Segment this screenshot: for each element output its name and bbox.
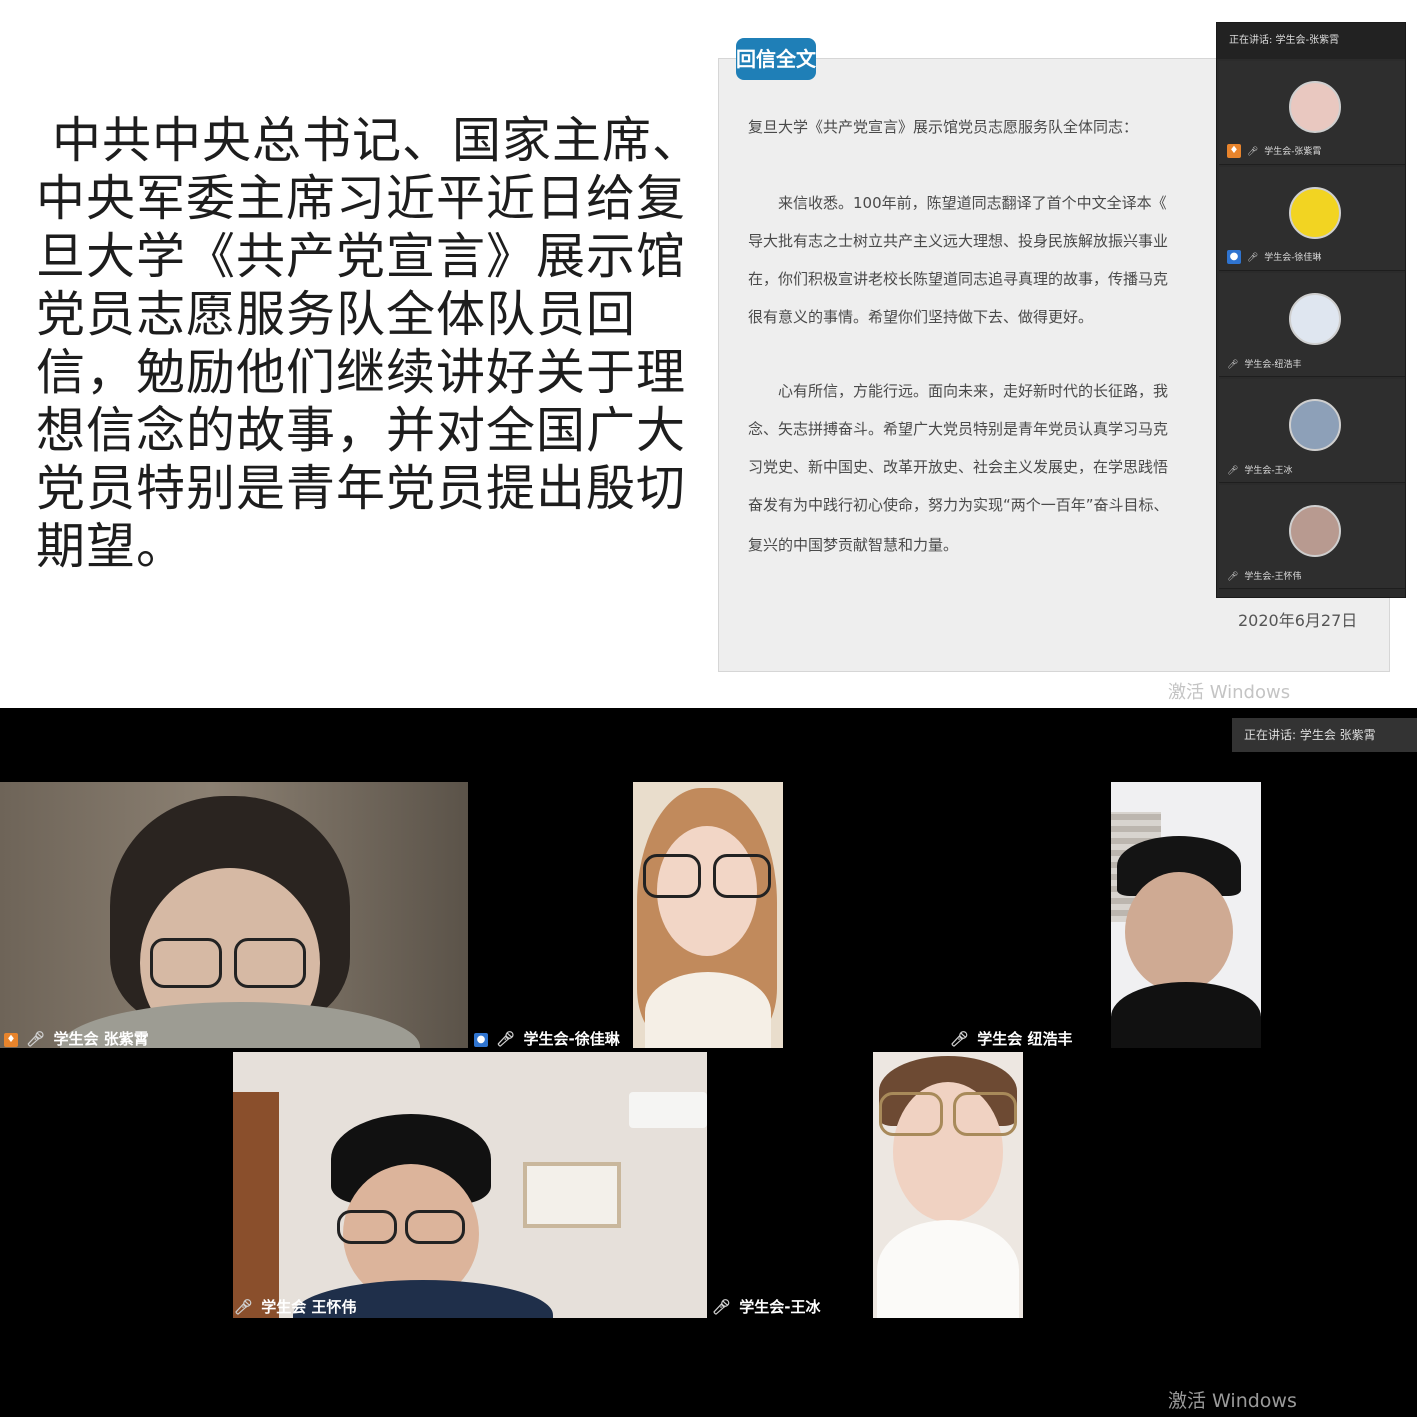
- mic-icon: 🎤︎: [1227, 572, 1239, 582]
- mic-icon: 🎤︎: [234, 1298, 254, 1316]
- glasses-shape: [405, 1210, 465, 1244]
- participant-name: 学生会 纽浩丰: [977, 1030, 1073, 1048]
- video-tile[interactable]: [1111, 782, 1261, 1048]
- letter-line: 很有意义的事情。希望你们坚持做下去、做得更好。: [748, 308, 1094, 326]
- letter-date: 2020年6月27日: [1238, 611, 1358, 630]
- letter-line: 复兴的中国梦贡献智慧和力量。: [748, 536, 959, 554]
- mic-icon: 🎤︎: [1246, 146, 1259, 157]
- glasses-shape: [150, 938, 222, 988]
- face-shape: [1125, 872, 1233, 992]
- mic-icon: 🎤︎: [1227, 466, 1239, 476]
- mic-icon: 🎤︎: [26, 1030, 46, 1048]
- glasses-shape: [643, 854, 701, 898]
- user-icon: ●: [474, 1032, 488, 1047]
- letter-line: 心有所信，方能行远。面向未来，走好新时代的长征路，我: [748, 382, 1169, 400]
- glasses-shape: [234, 938, 306, 988]
- user-icon: ●: [1227, 250, 1241, 264]
- glasses-shape: [337, 1210, 397, 1244]
- tile-label: 🎤︎ 学生会 王怀伟: [234, 1296, 357, 1317]
- air-conditioner-shape: [629, 1092, 707, 1128]
- glasses-shape: [879, 1092, 943, 1136]
- mic-icon: 🎤︎: [712, 1298, 732, 1316]
- activate-windows-watermark: 激活 Windows: [1168, 682, 1291, 703]
- speaking-indicator: 正在讲话: 学生会 张紫霄: [1232, 718, 1417, 752]
- host-icon: ♦: [1227, 144, 1241, 158]
- letter-line: 奋发有为中践行初心使命，努力为实现“两个一百年”奋斗目标、: [748, 496, 1169, 514]
- participant-tile[interactable]: ● 🎤︎ 学生会-徐佳琳: [1219, 167, 1405, 271]
- body-shape: [877, 1220, 1019, 1318]
- letter-line: 来信收悉。100年前，陈望道同志翻译了首个中文全译本《: [748, 194, 1167, 212]
- participant-name: 学生会-王怀伟: [1244, 572, 1302, 582]
- participant-label: ♦ 🎤︎ 学生会-张紫霄: [1227, 144, 1322, 158]
- participant-label: 🎤︎ 学生会-纽浩丰: [1227, 357, 1302, 370]
- glasses-shape: [953, 1092, 1017, 1136]
- participant-name: 学生会-徐佳琳: [523, 1030, 620, 1048]
- avatar: [1289, 293, 1341, 345]
- letter-line: [748, 150, 1218, 180]
- letter-line: 复旦大学《共产党宣言》展示馆党员志愿服务队全体同志：: [748, 118, 1139, 136]
- participant-name: 学生会-王冰: [739, 1298, 821, 1316]
- letter-line: 习党史、新中国史、改革开放史、社会主义发展史，在学思践悟: [748, 458, 1169, 476]
- tile-label: 🎤︎ 学生会 纽浩丰: [950, 1028, 1073, 1049]
- video-call-gallery: 正在讲话: 学生会 张紫霄 ♦ 🎤︎ 学生会 张紫霄 ● 🎤︎ 学生会-徐佳琳 …: [0, 708, 1417, 1417]
- video-tile[interactable]: [0, 782, 468, 1048]
- mic-icon: 🎤︎: [950, 1030, 970, 1048]
- mic-icon: 🎤︎: [496, 1030, 516, 1048]
- speaking-indicator: 正在讲话: 学生会-张紫霄: [1217, 23, 1405, 59]
- avatar: [1289, 399, 1341, 451]
- participant-label: 🎤︎ 学生会-王冰: [1227, 463, 1293, 476]
- avatar: [1289, 505, 1341, 557]
- body-shape: [1111, 982, 1261, 1048]
- tile-label: ● 🎤︎ 学生会-徐佳琳: [474, 1028, 620, 1049]
- participant-name: 学生会-纽浩丰: [1244, 360, 1302, 370]
- letter-badge: 回信全文: [736, 38, 816, 80]
- slide-body-text: 中共中央总书记、国家主席、中央军委主席习近平近日给复旦大学《共产党宣言》展示馆党…: [36, 112, 703, 575]
- participant-tile[interactable]: 🎤︎ 学生会-王怀伟: [1219, 485, 1405, 589]
- participant-name: 学生会 王怀伟: [261, 1298, 357, 1316]
- participant-name: 学生会-王冰: [1244, 466, 1293, 476]
- participant-tile[interactable]: ♦ 🎤︎ 学生会-张紫霄: [1219, 61, 1405, 165]
- shared-slide: 中共中央总书记、国家主席、中央军委主席习近平近日给复旦大学《共产党宣言》展示馆党…: [0, 0, 1417, 708]
- picture-frame-shape: [523, 1162, 621, 1228]
- activate-windows-watermark: 激活 Windows: [1168, 1390, 1297, 1412]
- avatar: [1289, 187, 1341, 239]
- video-tile[interactable]: [873, 1052, 1023, 1318]
- door-shape: [233, 1092, 279, 1318]
- video-tile[interactable]: [633, 782, 783, 1048]
- host-icon: ♦: [4, 1032, 18, 1047]
- participant-panel: 正在讲话: 学生会-张紫霄 ♦ 🎤︎ 学生会-张紫霄 ● 🎤︎ 学生会-徐佳琳 …: [1216, 22, 1406, 598]
- tile-label: 🎤︎ 学生会-王冰: [712, 1296, 821, 1317]
- participant-label: ● 🎤︎ 学生会-徐佳琳: [1227, 250, 1322, 264]
- letter-line: 念、矢志拼搏奋斗。希望广大党员特别是青年党员认真学习马克: [748, 420, 1169, 438]
- participant-name: 学生会-徐佳琳: [1264, 252, 1322, 263]
- letter-line: [748, 340, 1218, 370]
- letter-line: 导大批有志之士树立共产主义远大理想、投身民族解放振兴事业: [748, 232, 1169, 250]
- participant-name: 学生会-张紫霄: [1264, 146, 1322, 157]
- participant-tile[interactable]: 🎤︎ 学生会-纽浩丰: [1219, 273, 1405, 377]
- participant-label: 🎤︎ 学生会-王怀伟: [1227, 569, 1302, 582]
- letter-line: 在，你们积极宣讲老校长陈望道同志追寻真理的故事，传播马克: [748, 270, 1169, 288]
- avatar: [1289, 81, 1341, 133]
- participant-name: 学生会 张紫霄: [53, 1030, 149, 1048]
- glasses-shape: [713, 854, 771, 898]
- mic-icon: 🎤︎: [1227, 360, 1239, 370]
- tile-label: ♦ 🎤︎ 学生会 张紫霄: [4, 1028, 149, 1049]
- body-shape: [645, 972, 771, 1048]
- video-tile[interactable]: [233, 1052, 707, 1318]
- participant-tile[interactable]: 🎤︎ 学生会-王冰: [1219, 379, 1405, 483]
- mic-icon: 🎤︎: [1246, 252, 1259, 263]
